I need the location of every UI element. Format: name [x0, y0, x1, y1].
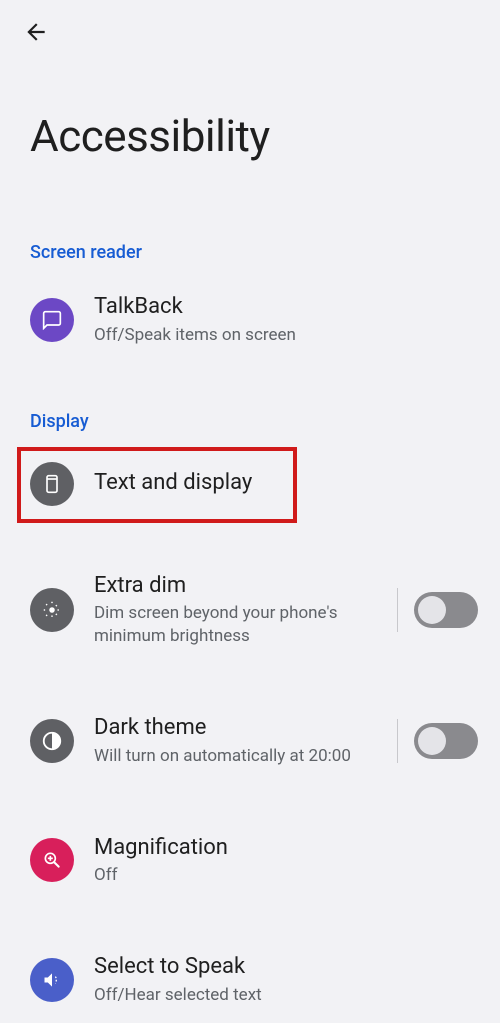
item-sub: Off/Hear selected text — [94, 984, 478, 1007]
divider — [397, 719, 398, 763]
select-to-speak-icon — [30, 958, 74, 1002]
magnification-icon — [30, 838, 74, 882]
item-text-and-display[interactable]: Text and display — [0, 446, 500, 522]
item-talkback[interactable]: TalkBack Off/Speak items on screen — [0, 277, 500, 363]
item-dark-theme[interactable]: Dark theme Will turn on automatically at… — [0, 698, 500, 784]
item-title: Magnification — [94, 834, 478, 863]
section-header-screen-reader: Screen reader — [0, 230, 500, 277]
item-magnification[interactable]: Magnification Off — [0, 818, 500, 904]
item-title: Select to Speak — [94, 953, 478, 982]
dark-theme-toggle[interactable] — [414, 723, 478, 759]
extra-dim-icon — [30, 588, 74, 632]
extra-dim-toggle[interactable] — [414, 592, 478, 628]
section-header-display: Display — [0, 399, 500, 446]
text-display-icon — [30, 462, 74, 506]
divider — [397, 588, 398, 632]
item-sub: Off/Speak items on screen — [94, 324, 478, 347]
back-button[interactable] — [18, 14, 54, 50]
item-sub: Will turn on automatically at 20:00 — [94, 745, 389, 768]
item-title: TalkBack — [94, 293, 478, 322]
item-sub: Dim screen beyond your phone's minimum b… — [94, 602, 389, 648]
item-text: TalkBack Off/Speak items on screen — [94, 293, 478, 347]
item-title: Dark theme — [94, 714, 389, 743]
talkback-icon — [30, 298, 74, 342]
item-text: Select to Speak Off/Hear selected text — [94, 953, 478, 1007]
item-text: Dark theme Will turn on automatically at… — [94, 714, 389, 768]
item-sub: Off — [94, 864, 478, 887]
item-title: Extra dim — [94, 572, 389, 601]
item-text: Magnification Off — [94, 834, 478, 888]
item-text: Text and display — [94, 469, 478, 498]
item-title: Text and display — [94, 469, 478, 498]
page-title: Accessibility — [30, 110, 270, 162]
item-text: Extra dim Dim screen beyond your phone's… — [94, 572, 389, 648]
item-extra-dim[interactable]: Extra dim Dim screen beyond your phone's… — [0, 556, 500, 664]
arrow-left-icon — [23, 19, 49, 45]
item-select-to-speak[interactable]: Select to Speak Off/Hear selected text — [0, 937, 500, 1023]
content-scroll: Screen reader TalkBack Off/Speak items o… — [0, 230, 500, 956]
dark-theme-icon — [30, 719, 74, 763]
